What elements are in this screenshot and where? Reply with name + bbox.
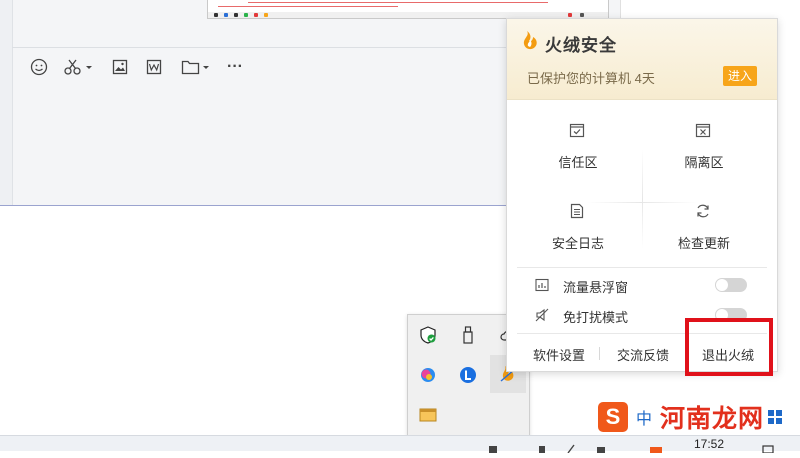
pen-icon[interactable] [566, 440, 576, 454]
thumb-icon [580, 13, 584, 17]
toggle-knob [716, 279, 728, 291]
watermark-text: 河南龙网 [660, 405, 765, 433]
quarantine-label: 隔离区 [684, 155, 724, 170]
check-update-label: 检查更新 [677, 236, 730, 251]
grid-divider-horizontal [587, 202, 697, 203]
thumb-icon [234, 13, 238, 17]
security-log-label: 安全日志 [551, 236, 604, 251]
watermark-zh: 中 [636, 411, 653, 428]
trust-zone-label: 信任区 [558, 155, 598, 170]
traffic-chart-icon [535, 278, 549, 292]
software-settings-button[interactable]: 软件设置 [533, 345, 585, 364]
taskbar-app-icon[interactable] [650, 440, 662, 453]
security-log-button[interactable]: 安全日志 [511, 203, 645, 283]
mute-icon [535, 308, 549, 322]
thumb-icon [244, 13, 248, 17]
taskbar-app-icon[interactable] [488, 440, 498, 453]
section-divider [517, 267, 767, 268]
traffic-window-toggle[interactable] [715, 278, 747, 292]
window-left-strip [0, 0, 13, 205]
sohu-logo: S [598, 402, 628, 432]
color-app-icon[interactable] [416, 363, 440, 387]
usb-drive-icon[interactable] [456, 323, 480, 347]
enter-button[interactable]: 进入 [723, 66, 757, 86]
footer-separator [599, 347, 600, 360]
taskbar-clock[interactable]: 17:52 [694, 437, 724, 451]
brand-name: 火绒安全 [545, 36, 617, 55]
thumb-icon [264, 13, 268, 17]
security-log-icon [569, 203, 587, 221]
thumb-icon [254, 13, 258, 17]
grid-divider-vertical [642, 149, 643, 249]
taskbar-app-icon[interactable] [596, 440, 606, 453]
huorong-logo-icon [519, 30, 539, 57]
emoji-icon[interactable] [28, 56, 50, 78]
image-icon[interactable] [110, 56, 130, 78]
traffic-window-row: 流量悬浮窗 [535, 276, 755, 296]
thumb-icon [568, 13, 572, 17]
thumb-text-line [218, 6, 398, 7]
quarantine-icon [695, 122, 713, 140]
word-doc-icon[interactable] [144, 56, 164, 78]
quarantine-button[interactable]: 隔离区 [637, 122, 771, 202]
grid-icon [768, 410, 783, 424]
thumb-icon [214, 13, 218, 17]
scissors-icon[interactable] [62, 56, 94, 78]
check-update-button[interactable]: 检查更新 [637, 203, 771, 283]
brand: 火绒安全 [519, 30, 617, 57]
traffic-window-label: 流量悬浮窗 [563, 280, 629, 295]
taskbar-app-icon[interactable] [537, 440, 547, 453]
folder-icon[interactable] [180, 56, 212, 78]
shield-check-icon[interactable] [416, 323, 440, 347]
feedback-button[interactable]: 交流反馈 [617, 345, 669, 364]
more-icon[interactable]: ··· [224, 56, 246, 78]
thumb-icon [224, 13, 228, 17]
do-not-disturb-label: 免打扰模式 [563, 310, 629, 325]
window-app-icon[interactable] [416, 403, 440, 427]
taskbar [0, 435, 800, 451]
trust-zone-button[interactable]: 信任区 [511, 122, 645, 202]
screenshot-thumbnail[interactable] [207, 0, 609, 19]
exit-highlight-box [685, 318, 773, 376]
l-badge-icon[interactable] [456, 363, 480, 387]
watermark: S 中 河南龙网 [598, 399, 783, 435]
notification-icon[interactable] [762, 440, 774, 454]
popup-header: 火绒安全 已保护您的计算机 4天 进入 [507, 19, 777, 100]
trust-zone-icon [569, 122, 587, 140]
thumb-text-line [248, 2, 548, 3]
protection-status: 已保护您的计算机 4天 [527, 71, 655, 86]
refresh-icon [695, 203, 713, 221]
